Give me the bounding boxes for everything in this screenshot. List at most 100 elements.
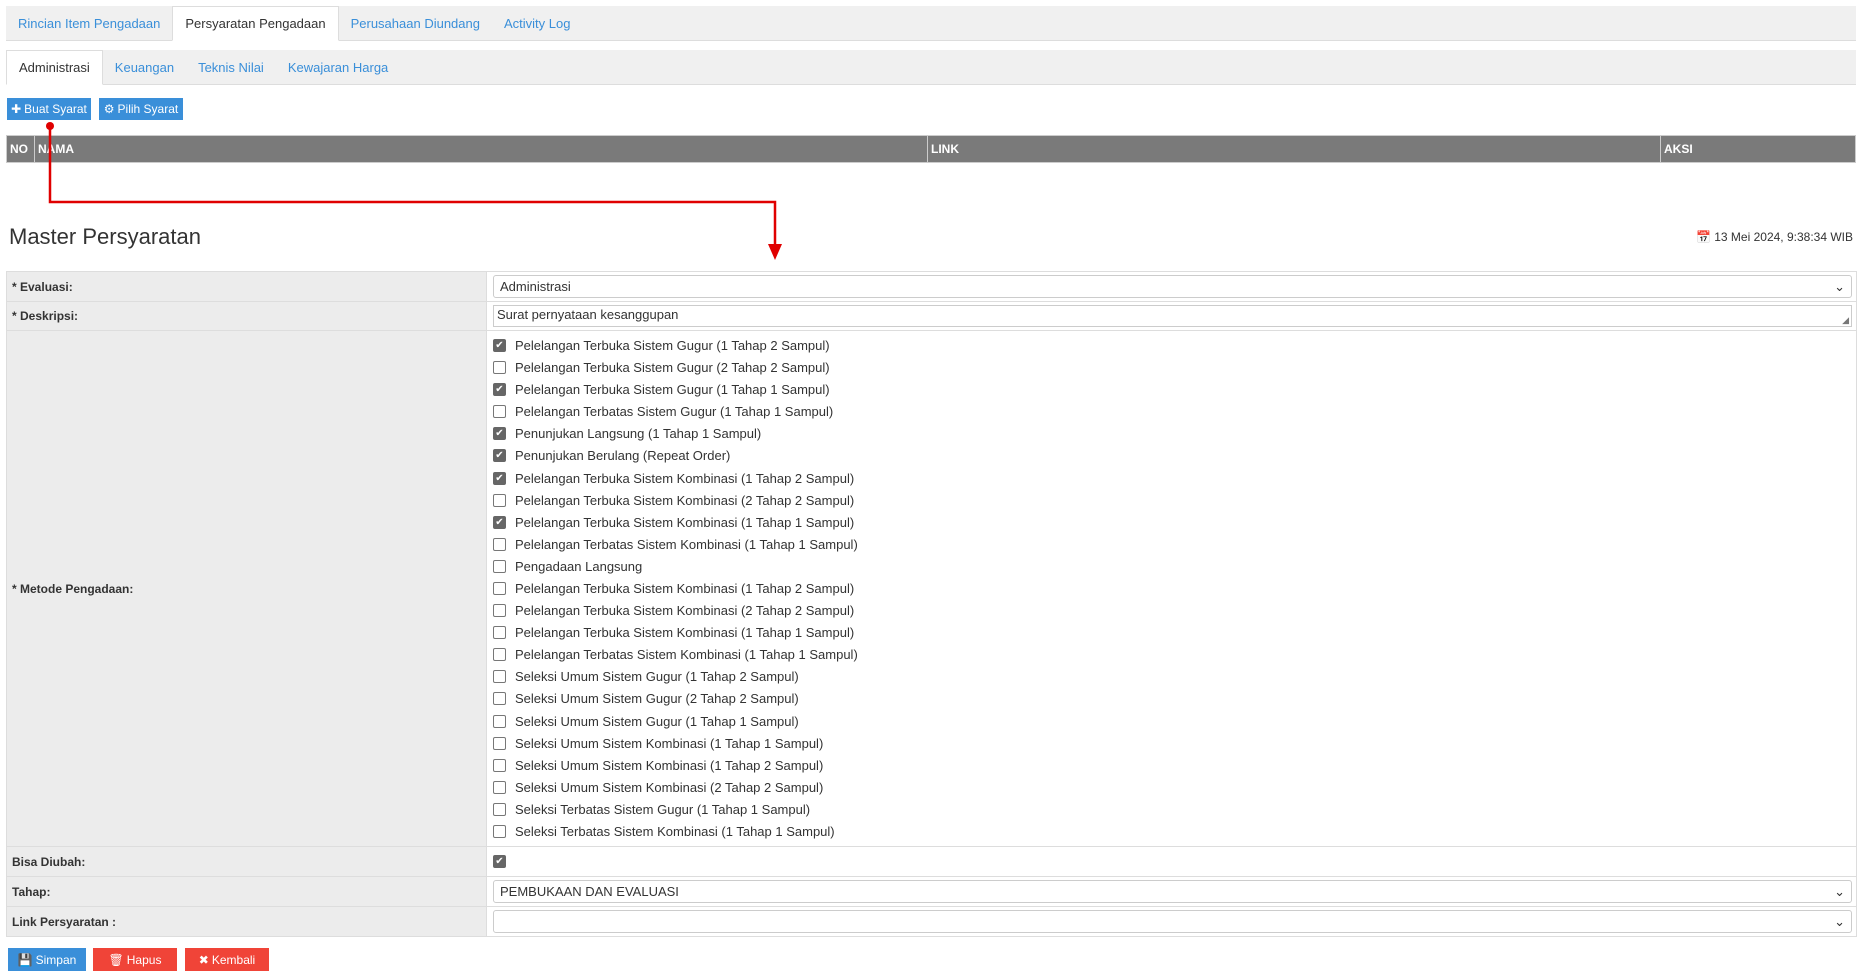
- hapus-button[interactable]: 🗑 Hapus: [93, 948, 177, 971]
- metode-option-label: Penunjukan Berulang (Repeat Order): [515, 448, 731, 464]
- metode-checkbox[interactable]: ✔: [493, 427, 506, 441]
- metode-checkbox[interactable]: [493, 582, 506, 595]
- metode-checkbox[interactable]: ✔: [493, 338, 506, 352]
- metode-list: ✔ Pelelangan Terbuka Sistem Gugur (1 Taha…: [487, 331, 1857, 846]
- metode-checkbox[interactable]: [493, 736, 506, 750]
- metode-option-label: Pelelangan Terbuka Sistem Kombinasi (1 T…: [515, 514, 855, 530]
- deskripsi-textarea[interactable]: Surat pernyataan kesanggupan ◢: [493, 305, 1852, 327]
- metode-option-label: Seleksi Terbatas Sistem Gugur (1 Tahap 1…: [515, 801, 811, 817]
- metode-option[interactable]: Pelelangan Terbuka Sistem Kombinasi (1 T…: [493, 577, 854, 599]
- metode-option[interactable]: Pelelangan Terbatas Sistem Gugur (1 Taha…: [493, 401, 833, 423]
- metode-option-label: Pelelangan Terbuka Sistem Kombinasi (2 T…: [515, 492, 855, 508]
- metode-option[interactable]: Pengadaan Langsung: [493, 555, 642, 577]
- metode-option[interactable]: ✔ Pelelangan Terbuka Sistem Gugur (1 Taha…: [493, 379, 830, 401]
- metode-checkbox[interactable]: ✔: [493, 449, 506, 463]
- metode-option-label: Pelelangan Terbuka Sistem Kombinasi (1 T…: [515, 581, 855, 596]
- metode-option[interactable]: Seleksi Umum Sistem Gugur (1 Tahap 1 Sam…: [493, 710, 799, 732]
- simpan-button[interactable]: 💾 Simpan: [8, 948, 86, 971]
- metode-checkbox[interactable]: [493, 714, 506, 728]
- deskripsi-value: Surat pernyataan kesanggupan: [497, 307, 679, 322]
- chevron-down-icon: ⌄: [1834, 913, 1845, 929]
- kembali-button[interactable]: ✖ Kembali: [185, 948, 269, 971]
- metode-option[interactable]: Pelelangan Terbuka Sistem Kombinasi (2 T…: [493, 600, 854, 622]
- metode-option[interactable]: Seleksi Terbatas Sistem Kombinasi (1 Tah…: [493, 820, 835, 842]
- metode-checkbox[interactable]: [493, 405, 506, 419]
- metode-checkbox[interactable]: [493, 758, 506, 772]
- metode-checkbox[interactable]: ✔: [493, 515, 506, 529]
- metode-option-label: Seleksi Umum Sistem Gugur (1 Tahap 1 Sam…: [515, 713, 799, 729]
- link-persyaratan-label: Link Persyaratan :: [6, 907, 487, 936]
- date-text: 13 Mei 2024, 9:38:34 WIB: [1714, 230, 1853, 244]
- metode-option[interactable]: Seleksi Terbatas Sistem Gugur (1 Tahap 1…: [493, 798, 810, 820]
- metode-option-label: Pengadaan Langsung: [515, 558, 643, 574]
- metode-option[interactable]: ✔ Pelelangan Terbuka Sistem Gugur (1 Taha…: [493, 334, 830, 356]
- tahap-label: Tahap:: [6, 877, 487, 906]
- metode-option-label: Pelelangan Terbatas Sistem Gugur (1 Taha…: [515, 404, 834, 420]
- metode-option[interactable]: Seleksi Umum Sistem Kombinasi (1 Tahap 2…: [493, 754, 823, 776]
- metode-checkbox[interactable]: [493, 604, 506, 618]
- chevron-down-icon: ⌄: [1834, 278, 1845, 294]
- metode-checkbox[interactable]: [493, 537, 506, 551]
- metode-checkbox[interactable]: [493, 559, 506, 573]
- deskripsi-label: * Deskripsi:: [6, 302, 487, 330]
- evaluasi-label: * Evaluasi:: [6, 272, 487, 301]
- chevron-down-icon: ⌄: [1834, 883, 1845, 899]
- hapus-label: Hapus: [126, 952, 162, 967]
- metode-option[interactable]: Seleksi Umum Sistem Gugur (2 Tahap 2 Sam…: [493, 688, 799, 710]
- metode-option[interactable]: ✔ Penunjukan Langsung (1 Tahap 1 Sampul): [493, 423, 761, 445]
- metode-option-label: Seleksi Umum Sistem Kombinasi (2 Tahap 2…: [515, 779, 824, 795]
- metode-label: * Metode Pengadaan:: [6, 331, 487, 846]
- metode-checkbox[interactable]: ✔: [493, 471, 506, 485]
- metode-option-label: Pelelangan Terbuka Sistem Kombinasi (1 T…: [515, 625, 855, 641]
- kembali-label: Kembali: [211, 952, 256, 967]
- metode-option-label: Pelelangan Terbuka Sistem Kombinasi (1 T…: [515, 470, 855, 486]
- metode-option[interactable]: Pelelangan Terbuka Sistem Kombinasi (2 T…: [493, 489, 854, 511]
- calendar-icon: 📅: [1695, 230, 1711, 244]
- page-title: Master Persyaratan: [9, 224, 201, 249]
- metode-option[interactable]: Pelelangan Terbuka Sistem Gugur (2 Tahap…: [493, 357, 830, 379]
- metode-checkbox[interactable]: [493, 361, 506, 375]
- metode-checkbox[interactable]: [493, 825, 506, 839]
- evaluasi-select[interactable]: Administrasi ⌄: [493, 275, 1852, 298]
- metode-option-label: Pelelangan Terbuka Sistem Gugur (2 Tahap…: [515, 360, 830, 376]
- metode-checkbox[interactable]: [493, 670, 506, 684]
- close-icon: ✖: [198, 952, 209, 967]
- metode-checkbox[interactable]: [493, 802, 506, 816]
- metode-option[interactable]: ✔ Penunjukan Berulang (Repeat Order): [493, 445, 730, 467]
- link-persyaratan-select[interactable]: ⌄: [493, 910, 1852, 933]
- metode-option-label: Seleksi Umum Sistem Kombinasi (1 Tahap 1…: [515, 735, 824, 751]
- tahap-value: PEMBUKAAN DAN EVALUASI: [500, 884, 679, 899]
- metode-option[interactable]: ✔ Pelelangan Terbuka Sistem Kombinasi (1 …: [493, 511, 854, 533]
- requirement-form: * Evaluasi: Administrasi ⌄ * Deskripsi: S…: [6, 271, 1857, 937]
- metode-option-label: Pelelangan Terbuka Sistem Kombinasi (2 T…: [515, 603, 855, 619]
- evaluasi-value: Administrasi: [500, 279, 571, 294]
- save-icon: 💾: [17, 952, 33, 967]
- bisa-diubah-checkbox[interactable]: ✔: [493, 855, 506, 868]
- metode-option-label: Seleksi Umum Sistem Gugur (2 Tahap 2 Sam…: [515, 691, 799, 707]
- metode-option-label: Pelelangan Terbatas Sistem Kombinasi (1 …: [515, 647, 858, 663]
- metode-checkbox[interactable]: [493, 692, 506, 706]
- tahap-select[interactable]: PEMBUKAAN DAN EVALUASI ⌄: [493, 880, 1852, 903]
- metode-option-label: Pelelangan Terbuka Sistem Gugur (1 Tahap…: [515, 337, 830, 353]
- metode-checkbox[interactable]: [493, 626, 506, 640]
- metode-option-label: Seleksi Terbatas Sistem Kombinasi (1 Tah…: [515, 824, 835, 840]
- metode-option[interactable]: ✔ Pelelangan Terbuka Sistem Kombinasi (1 …: [493, 467, 854, 489]
- metode-option-label: Penunjukan Langsung (1 Tahap 1 Sampul): [515, 426, 762, 442]
- metode-option[interactable]: Seleksi Umum Sistem Kombinasi (1 Tahap 1…: [493, 732, 823, 754]
- resize-handle-icon[interactable]: ◢: [1842, 315, 1849, 326]
- metode-option-label: Pelelangan Terbatas Sistem Kombinasi (1 …: [515, 536, 858, 552]
- metode-option[interactable]: Pelelangan Terbatas Sistem Kombinasi (1 …: [493, 644, 858, 666]
- metode-option[interactable]: Pelelangan Terbatas Sistem Kombinasi (1 …: [493, 533, 858, 555]
- metode-option-label: Pelelangan Terbuka Sistem Gugur (1 Tahap…: [515, 382, 830, 398]
- metode-checkbox[interactable]: [493, 493, 506, 507]
- metode-option[interactable]: Pelelangan Terbuka Sistem Kombinasi (1 T…: [493, 622, 854, 644]
- metode-checkbox[interactable]: [493, 648, 506, 662]
- simpan-label: Simpan: [35, 952, 77, 967]
- metode-checkbox[interactable]: ✔: [493, 383, 506, 397]
- metode-option[interactable]: Seleksi Umum Sistem Gugur (1 Tahap 2 Sam…: [493, 666, 799, 688]
- metode-option[interactable]: Seleksi Umum Sistem Kombinasi (2 Tahap 2…: [493, 776, 823, 798]
- date-display: 📅 13 Mei 2024, 9:38:34 WIB: [1696, 230, 1853, 244]
- trash-icon: 🗑: [108, 952, 124, 967]
- metode-checkbox[interactable]: [493, 780, 506, 794]
- bisa-diubah-label: Bisa Diubah:: [6, 847, 487, 876]
